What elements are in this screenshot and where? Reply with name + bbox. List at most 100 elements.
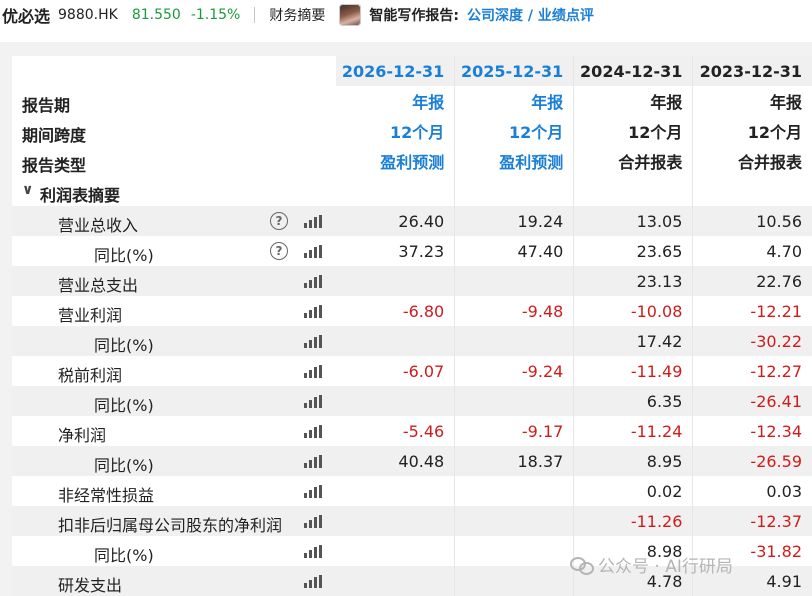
value-cell xyxy=(335,536,456,566)
value-cell xyxy=(454,326,575,356)
section-label: 利润表摘要 xyxy=(40,186,121,205)
value-cell: 19.24 xyxy=(454,206,575,236)
bar-chart-icon[interactable] xyxy=(304,365,322,378)
period-cell: 年报 xyxy=(573,86,694,116)
value-cell xyxy=(454,476,575,506)
table-row[interactable]: 扣非后归属母公司股东的净利润 -11.26 -12.37 xyxy=(12,506,812,536)
value-cell: 37.23 xyxy=(335,236,456,266)
bar-chart-icon[interactable] xyxy=(304,395,322,408)
row-label: 同比(%) xyxy=(94,396,154,415)
column-date[interactable]: 2023-12-31 xyxy=(692,56,812,86)
header-row-date: 2026-12-31 2025-12-31 2024-12-31 2023-12… xyxy=(12,56,812,86)
bar-chart-icon[interactable] xyxy=(304,305,322,318)
row-label: 非经常性损益 xyxy=(58,486,155,505)
divider xyxy=(254,7,256,23)
table-row[interactable]: 营业总支出 23.13 22.76 xyxy=(12,266,812,296)
value-cell xyxy=(335,386,456,416)
help-icon[interactable]: ? xyxy=(270,242,288,260)
column-date[interactable]: 2025-12-31 xyxy=(454,56,575,86)
value-cell: 40.48 xyxy=(335,446,456,476)
table-row[interactable]: 同比(%)? 37.23 47.40 23.65 4.70 xyxy=(12,236,812,266)
value-cell: 23.65 xyxy=(573,236,694,266)
row-label: 营业利润 xyxy=(58,306,123,325)
column-date[interactable]: 2024-12-31 xyxy=(573,56,694,86)
bar-chart-icon[interactable] xyxy=(304,335,322,348)
row-label: 报告类型 xyxy=(22,156,87,175)
header-row-type: 报告类型 盈利预测 盈利预测 合并报表 合并报表 xyxy=(12,146,812,176)
row-label: 同比(%) xyxy=(94,546,154,565)
table-row[interactable]: 同比(%) 6.35 -26.41 xyxy=(12,386,812,416)
value-cell: -6.07 xyxy=(335,356,456,386)
value-cell: 13.05 xyxy=(573,206,694,236)
value-cell: -6.80 xyxy=(335,296,456,326)
row-label: 同比(%) xyxy=(94,246,154,265)
stock-name: 优必选 xyxy=(2,7,51,26)
stock-code: 9880.HK xyxy=(58,7,118,23)
value-cell: -9.24 xyxy=(454,356,575,386)
value-cell xyxy=(454,506,575,536)
value-cell xyxy=(335,476,456,506)
stock-price: 81.550 xyxy=(131,7,181,23)
bar-chart-icon[interactable] xyxy=(304,545,322,558)
row-label: 净利润 xyxy=(58,426,107,445)
span-cell: 12个月 xyxy=(454,116,575,146)
value-cell: 18.37 xyxy=(454,446,575,476)
table-row[interactable]: 同比(%) 40.48 18.37 8.95 -26.59 xyxy=(12,446,812,476)
header-row-period: 报告期 年报 年报 年报 年报 xyxy=(12,86,812,116)
bar-chart-icon[interactable] xyxy=(304,275,322,288)
row-label: 税前利润 xyxy=(58,366,123,385)
value-cell xyxy=(335,266,456,296)
value-cell: -12.27 xyxy=(750,361,802,381)
row-label: 报告期 xyxy=(22,96,71,115)
bar-chart-icon[interactable] xyxy=(304,485,322,498)
table-row[interactable]: 营业总收入? 26.40 19.24 13.05 10.56 xyxy=(12,206,812,236)
wechat-icon xyxy=(570,555,594,575)
row-label: 同比(%) xyxy=(94,336,154,355)
value-cell: -26.59 xyxy=(692,446,812,476)
table-row[interactable]: 净利润 -5.46 -9.17 -11.24 -12.34 xyxy=(12,416,812,446)
value-cell xyxy=(335,326,456,356)
row-label: 同比(%) xyxy=(94,456,154,475)
type-cell: 盈利预测 xyxy=(335,146,456,176)
value-cell: 26.40 xyxy=(335,206,456,236)
value-cell xyxy=(454,536,575,566)
value-cell: -9.48 xyxy=(454,296,575,326)
bar-chart-icon[interactable] xyxy=(304,215,322,228)
row-label: 扣非后归属母公司股东的净利润 xyxy=(58,516,283,535)
value-cell: 10.56 xyxy=(692,206,812,236)
ai-report-label: 智能写作报告: xyxy=(369,8,459,24)
value-cell: -12.21 xyxy=(750,301,802,321)
bar-chart-icon[interactable] xyxy=(304,575,322,588)
value-cell xyxy=(454,266,575,296)
bar-chart-icon[interactable] xyxy=(304,245,322,258)
table-row[interactable]: 非经常性损益 0.02 0.03 xyxy=(12,476,812,506)
table-row[interactable]: 营业利润 -6.80 -9.48 -10.08 -12.21 xyxy=(12,296,812,326)
bar-chart-icon[interactable] xyxy=(304,515,322,528)
value-cell: -12.34 xyxy=(750,421,802,441)
value-cell: -5.46 xyxy=(335,416,456,446)
period-cell: 年报 xyxy=(335,86,456,116)
value-cell: 0.03 xyxy=(766,481,802,501)
watermark: 公众号 · AI行研局 xyxy=(570,550,810,578)
bar-chart-icon[interactable] xyxy=(304,455,322,468)
section-row[interactable]: ∨ 利润表摘要 xyxy=(12,176,812,206)
content-panel: 2026-12-31 2025-12-31 2024-12-31 2023-12… xyxy=(0,42,812,596)
bar-chart-icon[interactable] xyxy=(304,425,322,438)
row-label: 期间跨度 xyxy=(22,126,87,145)
value-cell: -10.08 xyxy=(573,296,694,326)
avatar-icon[interactable] xyxy=(339,4,362,26)
value-cell: -9.17 xyxy=(454,416,575,446)
type-cell: 合并报表 xyxy=(737,153,802,172)
table-row[interactable]: 同比(%) 17.42 -30.22 xyxy=(12,326,812,356)
help-icon[interactable]: ? xyxy=(270,212,288,230)
header-row-span: 期间跨度 12个月 12个月 12个月 12个月 xyxy=(12,116,812,146)
chevron-down-icon[interactable]: ∨ xyxy=(22,182,33,198)
table-row[interactable]: 税前利润 -6.07 -9.24 -11.49 -12.27 xyxy=(12,356,812,386)
value-cell: -30.22 xyxy=(692,326,812,356)
period-cell: 年报 xyxy=(769,93,802,112)
value-cell: -11.24 xyxy=(573,416,694,446)
value-cell xyxy=(335,506,456,536)
column-date[interactable]: 2026-12-31 xyxy=(335,56,456,86)
value-cell: -11.26 xyxy=(573,506,694,536)
ai-report-link[interactable]: 公司深度 / 业绩点评 xyxy=(467,5,594,25)
